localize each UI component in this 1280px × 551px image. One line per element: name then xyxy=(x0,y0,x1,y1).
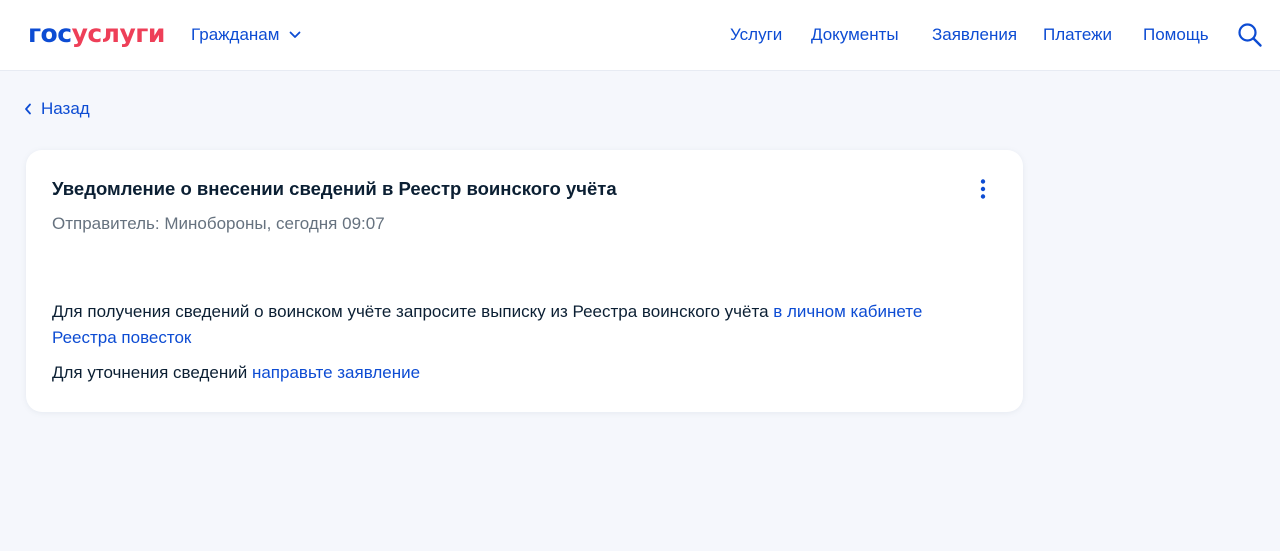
paragraph-text: Для получения сведений о воинском учёте … xyxy=(52,302,774,321)
notification-sender: Отправитель: Минобороны, сегодня 09:07 xyxy=(52,214,385,233)
search-icon[interactable] xyxy=(1237,22,1263,48)
notification-card: Уведомление о внесении сведений в Реестр… xyxy=(26,150,1023,412)
nav-item-documents[interactable]: Документы xyxy=(811,24,899,46)
back-link[interactable]: Назад xyxy=(24,98,90,120)
logo-part-gos: гос xyxy=(28,19,72,48)
kebab-menu-icon[interactable] xyxy=(976,178,990,200)
notification-paragraph-clarify: Для уточнения сведений направьте заявлен… xyxy=(52,360,420,386)
notification-title: Уведомление о внесении сведений в Реестр… xyxy=(52,178,617,199)
nav-item-applications[interactable]: Заявления xyxy=(932,24,1017,46)
nav-item-payments[interactable]: Платежи xyxy=(1043,24,1112,46)
top-header: госуслуги Гражданам Услуги Документы Зая… xyxy=(0,0,1280,71)
chevron-down-icon xyxy=(290,31,301,38)
audience-dropdown[interactable]: Гражданам xyxy=(191,24,301,46)
nav-item-services[interactable]: Услуги xyxy=(730,24,782,46)
gosuslugi-logo[interactable]: госуслуги xyxy=(28,19,165,49)
logo-part-uslugi: услуги xyxy=(71,19,166,48)
chevron-left-icon xyxy=(25,103,31,115)
paragraph-text: Для уточнения сведений xyxy=(52,363,252,382)
audience-label: Гражданам xyxy=(191,25,280,44)
notification-paragraph-registry: Для получения сведений о воинском учёте … xyxy=(52,299,982,351)
send-application-link[interactable]: направьте заявление xyxy=(252,363,420,382)
back-label: Назад xyxy=(41,99,90,118)
nav-item-help[interactable]: Помощь xyxy=(1143,24,1209,46)
